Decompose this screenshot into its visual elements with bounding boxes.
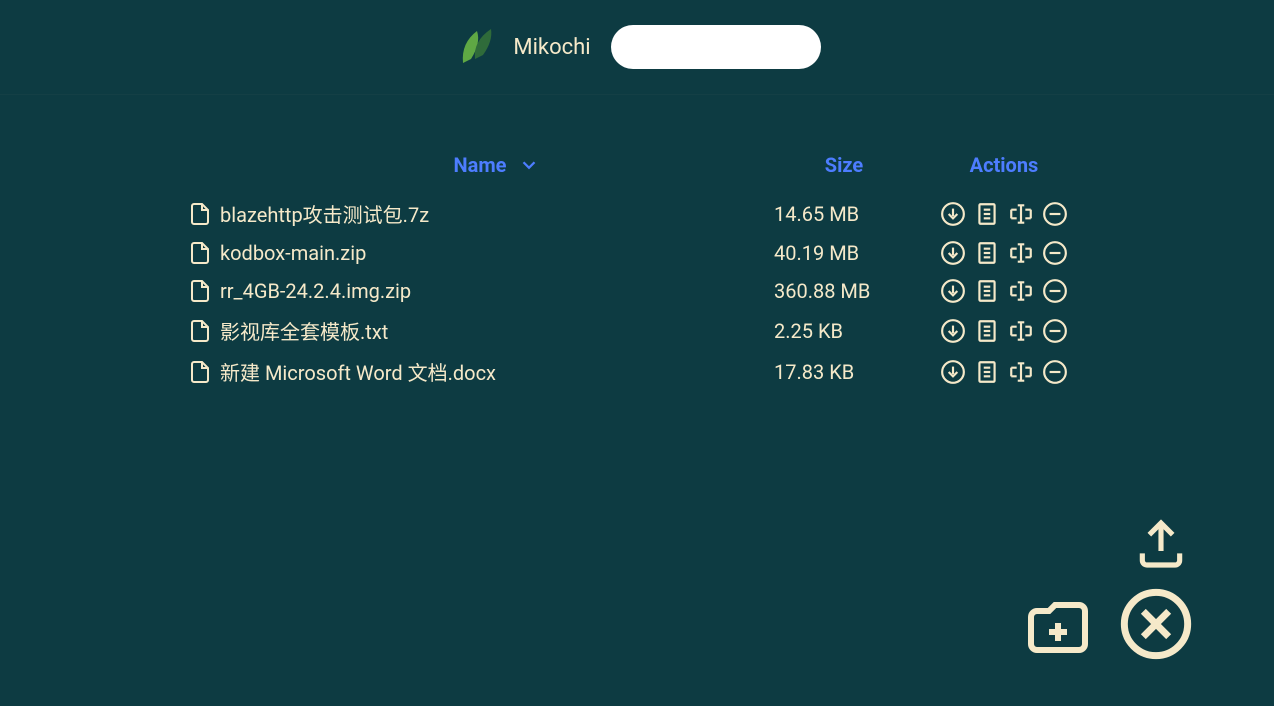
- file-icon: [188, 202, 212, 226]
- file-icon: [188, 360, 212, 384]
- file-name-label: blazehttp攻击测试包.7z: [220, 199, 429, 228]
- details-icon[interactable]: [974, 240, 1000, 266]
- table-row: rr_4GB-24.2.4.img.zip 360.88 MB: [180, 272, 1094, 310]
- file-size: 2.25 KB: [774, 319, 914, 343]
- column-name[interactable]: Name: [220, 153, 774, 177]
- rename-icon[interactable]: [1008, 318, 1034, 344]
- details-icon[interactable]: [974, 318, 1000, 344]
- download-icon[interactable]: [940, 201, 966, 227]
- details-icon[interactable]: [974, 278, 1000, 304]
- download-icon[interactable]: [940, 359, 966, 385]
- file-name-label: kodbox-main.zip: [220, 241, 366, 265]
- delete-icon[interactable]: [1042, 278, 1068, 304]
- column-name-label: Name: [454, 153, 507, 177]
- download-icon[interactable]: [940, 278, 966, 304]
- file-size: 360.88 MB: [774, 279, 914, 303]
- column-size[interactable]: Size: [774, 153, 914, 177]
- file-size: 17.83 KB: [774, 360, 914, 384]
- table-row: blazehttp攻击测试包.7z 14.65 MB: [180, 193, 1094, 234]
- file-size-label: 360.88 MB: [774, 279, 870, 303]
- close-button[interactable]: [1118, 586, 1194, 666]
- upload-button[interactable]: [1128, 516, 1194, 576]
- search-box[interactable]: [611, 25, 821, 69]
- column-actions: Actions: [914, 153, 1094, 177]
- table-row: 新建 Microsoft Word 文档.docx 17.83 KB: [180, 351, 1094, 392]
- file-table: Name Size Actions blazehttp攻击测试包.7z 1: [0, 95, 1274, 392]
- file-name[interactable]: 新建 Microsoft Word 文档.docx: [220, 357, 774, 386]
- file-name[interactable]: blazehttp攻击测试包.7z: [220, 199, 774, 228]
- file-size: 40.19 MB: [774, 241, 914, 265]
- rename-icon[interactable]: [1008, 201, 1034, 227]
- details-icon[interactable]: [974, 359, 1000, 385]
- details-icon[interactable]: [974, 201, 1000, 227]
- column-size-label: Size: [825, 153, 863, 177]
- file-size: 14.65 MB: [774, 202, 914, 226]
- file-name-label: 新建 Microsoft Word 文档.docx: [220, 357, 496, 386]
- file-icon: [188, 279, 212, 303]
- delete-icon[interactable]: [1042, 359, 1068, 385]
- file-size-label: 17.83 KB: [774, 360, 854, 384]
- search-input[interactable]: [580, 38, 803, 56]
- file-name-label: rr_4GB-24.2.4.img.zip: [220, 279, 411, 303]
- rename-icon[interactable]: [1008, 240, 1034, 266]
- fab-group: [1018, 516, 1194, 666]
- header: Mikochi: [0, 0, 1274, 95]
- chevron-down-icon: [518, 154, 540, 176]
- file-name[interactable]: 影视库全套模板.txt: [220, 316, 774, 345]
- delete-icon[interactable]: [1042, 318, 1068, 344]
- leaf-logo-icon: [453, 23, 501, 71]
- file-size-label: 40.19 MB: [774, 241, 859, 265]
- delete-icon[interactable]: [1042, 240, 1068, 266]
- file-name[interactable]: kodbox-main.zip: [220, 241, 774, 265]
- rename-icon[interactable]: [1008, 359, 1034, 385]
- table-row: kodbox-main.zip 40.19 MB: [180, 234, 1094, 272]
- file-size-label: 2.25 KB: [774, 319, 843, 343]
- logo: Mikochi: [453, 23, 590, 71]
- column-actions-label: Actions: [970, 153, 1039, 177]
- table-header: Name Size Actions: [180, 145, 1094, 193]
- download-icon[interactable]: [940, 240, 966, 266]
- file-name[interactable]: rr_4GB-24.2.4.img.zip: [220, 279, 774, 303]
- new-folder-button[interactable]: [1018, 590, 1098, 666]
- file-icon: [188, 241, 212, 265]
- rename-icon[interactable]: [1008, 278, 1034, 304]
- file-size-label: 14.65 MB: [774, 202, 859, 226]
- download-icon[interactable]: [940, 318, 966, 344]
- file-icon: [188, 319, 212, 343]
- delete-icon[interactable]: [1042, 201, 1068, 227]
- table-row: 影视库全套模板.txt 2.25 KB: [180, 310, 1094, 351]
- file-name-label: 影视库全套模板.txt: [220, 316, 388, 345]
